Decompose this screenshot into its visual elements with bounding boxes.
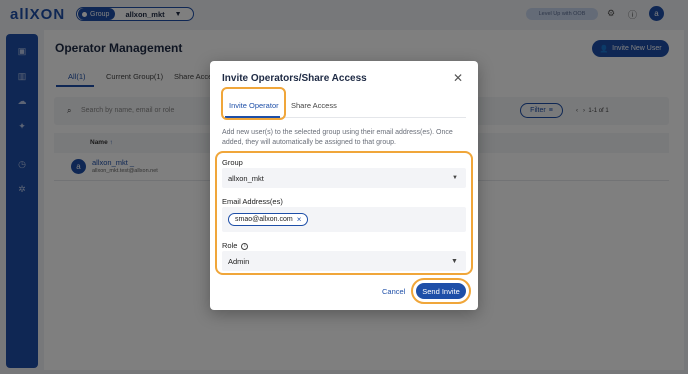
- remove-chip-icon[interactable]: ×: [297, 215, 302, 224]
- modal-title: Invite Operators/Share Access: [222, 73, 367, 84]
- invite-description: Add new user(s) to the selected group us…: [222, 129, 453, 146]
- email-field[interactable]: smao@allxon.com ×: [222, 207, 466, 232]
- email-chip: smao@allxon.com ×: [228, 213, 309, 226]
- send-invite-label: Send Invite: [422, 286, 460, 296]
- group-select[interactable]: allxon_mkt ▼: [222, 168, 466, 188]
- role-select-value: Admin: [228, 257, 250, 266]
- chevron-down-icon: ▼: [452, 175, 458, 181]
- cancel-button[interactable]: Cancel: [382, 287, 405, 296]
- chevron-down-icon: ▼: [451, 258, 458, 265]
- send-invite-button[interactable]: Send Invite: [416, 283, 466, 299]
- group-select-value: allxon_mkt: [228, 174, 264, 183]
- role-label: Role: [222, 241, 238, 250]
- close-icon[interactable]: ✕: [453, 72, 463, 84]
- email-label: Email Address(es): [222, 197, 283, 206]
- invite-modal: Invite Operators/Share Access ✕ Invite O…: [210, 61, 478, 310]
- highlight-invite-tab: [221, 87, 286, 120]
- group-label: Group: [222, 158, 243, 167]
- role-select[interactable]: Admin ▼: [222, 251, 466, 271]
- role-label-row: Role i: [222, 241, 249, 250]
- email-chip-label: smao@allxon.com: [235, 216, 293, 223]
- tab-share-access[interactable]: Share Access: [291, 101, 337, 110]
- info-icon[interactable]: i: [241, 242, 249, 250]
